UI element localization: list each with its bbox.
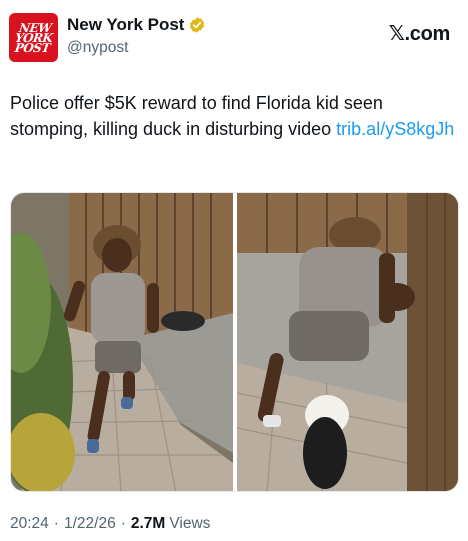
tweet-link[interactable]: trib.al/yS8kgJh (336, 119, 454, 139)
verified-badge-icon (188, 16, 206, 34)
tweet-body: Police offer $5K reward to find Florida … (10, 93, 383, 139)
photo-right[interactable] (237, 193, 458, 491)
avatar-logo-text: New York Post (13, 20, 54, 55)
handle[interactable]: @nypost (67, 39, 128, 57)
tweet-text: Police offer $5K reward to find Florida … (10, 90, 455, 142)
separator-dot: · (120, 515, 126, 532)
separator-dot: · (53, 515, 59, 532)
views-label: Views (169, 515, 211, 532)
avatar[interactable]: New York Post (9, 13, 58, 62)
author-name-row[interactable]: New York Post (67, 15, 206, 35)
tweet-date[interactable]: 1/22/26 (64, 515, 116, 533)
x-logo[interactable]: 𝕏.com (389, 21, 451, 46)
tweet-time[interactable]: 20:24 (10, 515, 49, 533)
views-count: 2.7M (130, 515, 166, 532)
photo-left[interactable] (11, 193, 233, 491)
display-name[interactable]: New York Post (67, 15, 184, 35)
media-grid[interactable] (10, 192, 459, 492)
tweet-footer: 20:24 · 1/22/26 · 2.7M Views (10, 515, 210, 533)
